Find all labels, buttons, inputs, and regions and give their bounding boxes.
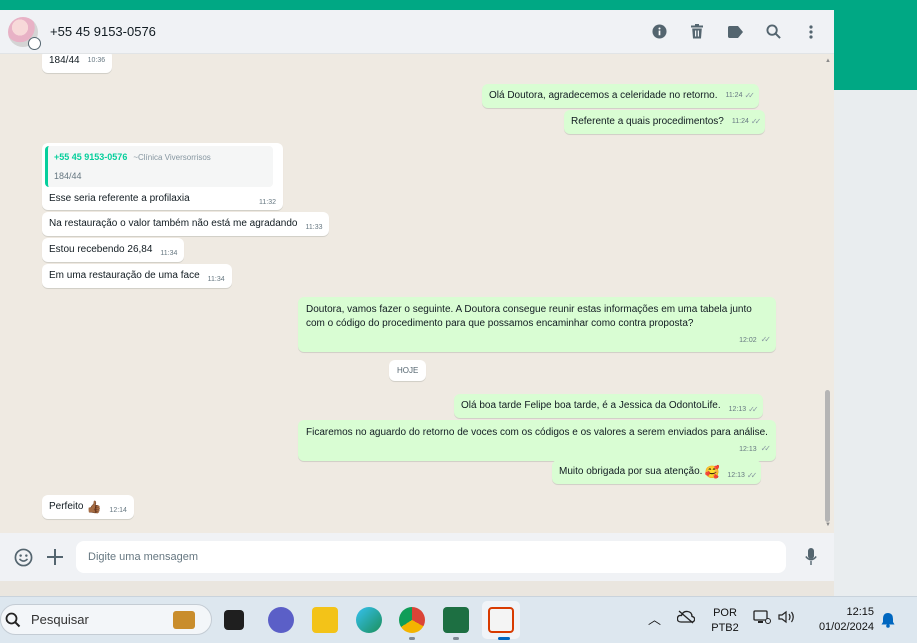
chrome-browser-icon[interactable] xyxy=(399,607,425,633)
taskbar-search[interactable]: Pesquisar xyxy=(0,604,212,635)
message-meta: 12:13 ✓✓ xyxy=(306,442,772,457)
input-language-indicator[interactable]: POR PTB2 xyxy=(706,606,744,636)
onedrive-offline-icon[interactable] xyxy=(676,610,696,629)
chrome-running-indicator xyxy=(409,637,415,640)
message-text: Perfeito xyxy=(49,501,84,512)
chat-window: +55 45 9153-0576 184/44 10:36 Olá Doutor… xyxy=(0,10,834,581)
tray-overflow-chevron-icon[interactable]: ︿ xyxy=(648,609,661,628)
quote-pushname: ~Clínica Viversorrisos xyxy=(133,153,211,162)
delete-icon[interactable] xyxy=(688,23,706,41)
microphone-icon[interactable] xyxy=(800,546,822,568)
scroll-down-arrow-icon[interactable]: ▼ xyxy=(825,522,831,528)
message-text: Muito obrigada por sua atenção. xyxy=(559,466,703,477)
background-accent-top xyxy=(0,0,917,10)
quoted-message[interactable]: +55 45 9153-0576 ~Clínica Viversorrisos 1… xyxy=(45,146,273,187)
message-time: 12:13 xyxy=(739,446,757,453)
excel-running-indicator xyxy=(453,637,459,640)
message-input[interactable] xyxy=(76,541,786,573)
search-icon[interactable] xyxy=(764,23,782,41)
message-time: 11:33 xyxy=(305,224,323,231)
menu-icon[interactable] xyxy=(802,23,820,41)
snipping-tool-icon[interactable] xyxy=(488,607,514,633)
language-code: POR xyxy=(713,607,737,619)
search-highlight-icon xyxy=(173,611,195,629)
task-view-icon[interactable] xyxy=(224,610,244,630)
message-incoming[interactable]: Na restauração o valor também não está m… xyxy=(42,212,330,236)
message-text: Em uma restauração de uma face xyxy=(49,270,200,281)
message-outgoing[interactable]: Doutora, vamos fazer o seguinte. A Douto… xyxy=(298,297,776,352)
message-text: Na restauração o valor também não está m… xyxy=(49,218,298,229)
system-clock[interactable]: 12:15 01/02/2024 xyxy=(808,605,874,635)
read-ticks-icon: ✓✓ xyxy=(760,335,772,344)
taskbar: Pesquisar ︿ POR PTB2 12:15 01/02/2024 xyxy=(0,596,917,643)
message-incoming[interactable]: 184/44 10:36 xyxy=(42,54,113,73)
message-time: 11:24 xyxy=(731,118,749,125)
message-time: 11:34 xyxy=(207,276,225,283)
teams-chat-icon[interactable] xyxy=(268,607,294,633)
message-time: 12:02 xyxy=(739,337,757,344)
header-actions xyxy=(650,23,820,41)
keyboard-layout: PTB2 xyxy=(711,622,739,634)
message-list[interactable]: 184/44 10:36 Olá Doutora, agradecemos a c… xyxy=(0,54,826,533)
message-meta: 12:02 ✓✓ xyxy=(306,333,772,348)
message-outgoing[interactable]: Muito obrigada por sua atenção. 🥰 12:13 ✓✓ xyxy=(552,460,762,484)
clock-date: 01/02/2024 xyxy=(818,621,874,633)
message-text: Referente a quais procedimentos? xyxy=(571,116,724,127)
heart-face-emoji: 🥰 xyxy=(704,465,720,479)
message-text: Estou recebendo 26,84 xyxy=(49,244,153,255)
message-text: Esse seria referente a profilaxia xyxy=(49,193,190,204)
message-text: Olá boa tarde Felipe boa tarde, é a Jess… xyxy=(461,400,721,411)
snipping-active-indicator xyxy=(498,637,510,640)
contact-avatar[interactable] xyxy=(8,16,41,50)
scroll-up-arrow-icon[interactable]: ▲ xyxy=(825,58,831,64)
message-outgoing[interactable]: Olá boa tarde Felipe boa tarde, é a Jess… xyxy=(454,394,763,418)
chat-scrollbar-thumb[interactable] xyxy=(825,390,830,522)
edge-browser-icon[interactable] xyxy=(356,607,382,633)
clock-time: 12:15 xyxy=(846,606,874,618)
message-time: 11:34 xyxy=(160,250,178,257)
thumbs-up-emoji: 👍🏾 xyxy=(86,500,102,514)
message-incoming[interactable]: Em uma restauração de uma face 11:34 xyxy=(42,264,232,288)
read-ticks-icon: ✓✓ xyxy=(746,471,758,480)
message-text: Ficaremos no aguardo do retorno de voces… xyxy=(306,427,768,438)
message-outgoing[interactable]: Ficaremos no aguardo do retorno de voces… xyxy=(298,420,776,461)
taskbar-search-label: Pesquisar xyxy=(31,612,89,627)
network-icon[interactable] xyxy=(753,610,771,630)
read-ticks-icon: ✓✓ xyxy=(760,444,772,453)
attach-plus-icon[interactable] xyxy=(44,546,66,568)
message-time: 11:24 xyxy=(725,92,743,99)
file-explorer-icon[interactable] xyxy=(312,607,338,633)
search-icon xyxy=(5,612,21,627)
quote-text: 184/44 xyxy=(54,171,82,181)
read-ticks-icon: ✓✓ xyxy=(750,117,762,126)
label-icon[interactable] xyxy=(726,23,744,41)
message-text: Doutora, vamos fazer o seguinte. A Douto… xyxy=(306,304,752,329)
message-time: 10:36 xyxy=(87,57,106,64)
message-text: Olá Doutora, agradecemos a celeridade no… xyxy=(489,90,718,101)
message-incoming[interactable]: Estou recebendo 26,84 11:34 xyxy=(42,238,185,262)
excel-icon[interactable] xyxy=(443,607,469,633)
contact-name[interactable]: +55 45 9153-0576 xyxy=(50,24,156,39)
message-time: 12:13 xyxy=(727,472,745,479)
message-time: 11:32 xyxy=(259,199,276,206)
read-ticks-icon: ✓✓ xyxy=(744,91,755,100)
message-incoming[interactable]: Perfeito 👍🏾 12:14 xyxy=(42,495,134,519)
message-outgoing[interactable]: Olá Doutora, agradecemos a celeridade no… xyxy=(482,84,759,108)
chat-header: +55 45 9153-0576 xyxy=(0,10,834,54)
background-accent-right xyxy=(834,10,917,90)
message-composer xyxy=(0,533,834,581)
message-text: 184/44 xyxy=(49,55,80,66)
notification-bell-icon[interactable] xyxy=(881,612,895,633)
message-time: 12:14 xyxy=(109,507,127,514)
message-outgoing[interactable]: Referente a quais procedimentos? 11:24 ✓✓ xyxy=(564,110,766,134)
background-panel-right xyxy=(834,90,917,596)
quote-sender: +55 45 9153-0576 xyxy=(54,152,128,162)
volume-icon[interactable] xyxy=(778,610,796,629)
read-ticks-icon: ✓✓ xyxy=(748,405,759,414)
message-incoming-reply[interactable]: +55 45 9153-0576 ~Clínica Viversorrisos 1… xyxy=(42,143,283,210)
info-icon[interactable] xyxy=(650,23,668,41)
date-divider: HOJE xyxy=(389,360,427,381)
emoji-icon[interactable] xyxy=(12,546,34,568)
message-time: 12:13 xyxy=(728,406,747,413)
